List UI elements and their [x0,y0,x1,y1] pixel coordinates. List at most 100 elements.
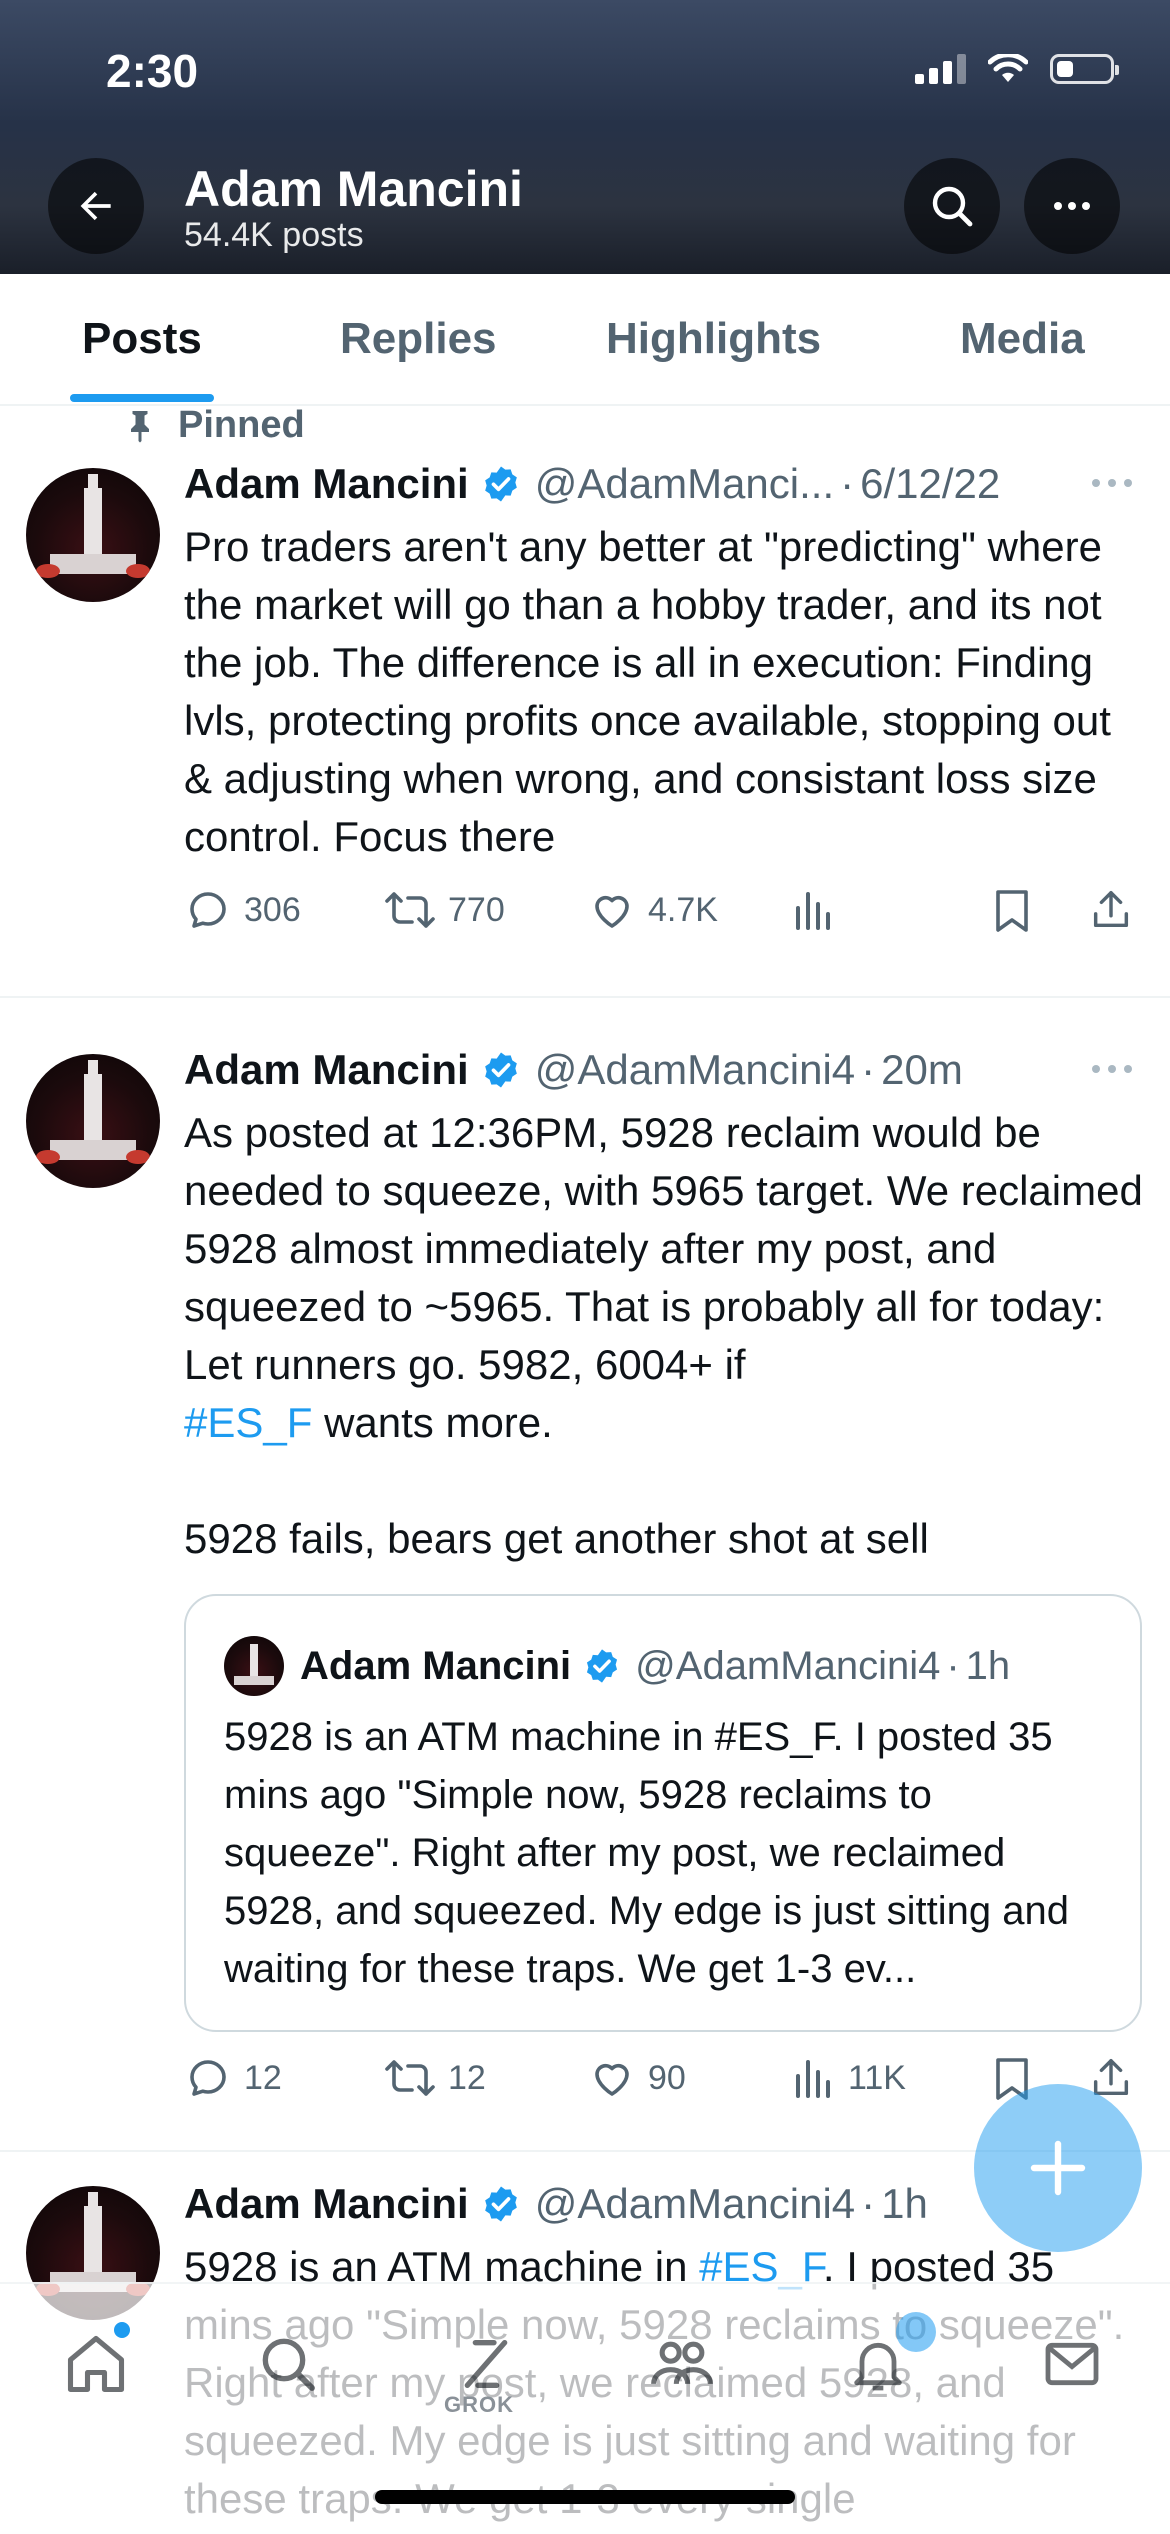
cellular-signal-icon [915,54,966,84]
verified-badge-icon [481,464,521,504]
profile-header: 2:30 Adam Mancini 54.4K posts [0,0,1170,274]
heart-icon [595,895,629,928]
verified-badge-icon [583,1647,621,1685]
pin-icon [131,410,149,442]
post-more-button[interactable] [1090,1044,1134,1089]
tab-posts[interactable]: Posts [82,314,202,364]
post-text-body: As posted at 12:36PM, 5928 reclaim would… [184,1109,1143,1388]
post-time[interactable]: 20m [881,1046,963,1094]
post-text-body: 5928 fails, bears get another shot at se… [184,1515,929,1562]
back-button[interactable] [48,158,144,254]
profile-name: Adam Mancini [184,161,523,217]
post-time[interactable]: 1h [881,2180,928,2228]
separator-dot: · [946,1643,960,1688]
reply-button[interactable]: 306 [184,886,301,934]
author-name[interactable]: Adam Mancini [184,2180,469,2228]
views-button[interactable] [792,886,848,934]
like-button[interactable]: 4.7K [588,886,718,934]
notification-badge [896,2312,936,2352]
profile-tabs: Posts Replies Highlights Media [0,274,1170,406]
like-count: 4.7K [648,890,718,929]
profile-post-count: 54.4K posts [184,216,364,254]
quoted-post-header: Adam Mancini @AdamMancini4 · 1h [224,1636,1010,1696]
tab-highlights[interactable]: Highlights [606,314,821,364]
post-time[interactable]: 6/12/22 [860,460,1000,508]
repost-count: 770 [448,890,505,929]
status-icons [915,54,1119,84]
compose-post-button[interactable] [974,2084,1142,2252]
reply-count: 306 [244,890,301,929]
author-name[interactable]: Adam Mancini [184,460,469,508]
post-text: Pro traders aren't any better at "predic… [184,523,1111,860]
home-icon [67,2335,125,2393]
post-text-body: wants more. [312,1399,553,1446]
views-button[interactable]: 11K [792,2054,906,2102]
post-header: Adam Mancini @AdamMancini4 · 1h [184,2180,928,2228]
status-time: 2:30 [106,45,199,97]
reply-icon [190,2060,226,2096]
views-chart-icon [796,2060,830,2098]
more-horizontal-icon [1092,1065,1132,1073]
nav-search[interactable] [248,2324,328,2404]
post-divider [0,996,1170,998]
quoted-avatar [224,1636,284,1696]
reply-icon [190,892,226,928]
separator-dot: · [840,460,855,507]
more-horizontal-icon [1092,479,1132,487]
mail-icon [1045,2342,1099,2386]
author-handle[interactable]: @AdamManci... [535,460,834,508]
author-handle[interactable]: @AdamMancini4 [535,1046,855,1094]
quoted-post-time: 1h [965,1643,1011,1688]
view-count: 11K [848,2058,906,2097]
arrow-left-icon [80,191,111,221]
share-button[interactable] [1088,886,1134,934]
separator-dot: · [861,1046,876,1093]
repost-count: 12 [448,2058,486,2097]
quoted-post[interactable]: Adam Mancini @AdamMancini4 · 1h 5928 is … [184,1594,1142,2032]
heart-icon [595,2063,629,2096]
like-count: 90 [648,2058,686,2097]
reply-count: 12 [244,2058,282,2097]
reply-button[interactable]: 12 [184,2054,282,2102]
wifi-icon [988,54,1028,82]
active-tab-indicator [70,394,214,402]
repost-button[interactable]: 12 [384,2054,486,2102]
search-button[interactable] [904,158,1000,254]
post-header: Adam Mancini @AdamManci... · 6/12/22 [184,460,1000,508]
post-actions: 306 770 4.7K [184,886,1144,946]
avatar[interactable] [26,1054,160,1188]
home-indicator [375,2490,795,2504]
post-more-button[interactable] [1090,458,1134,503]
plus-icon [1030,2140,1086,2196]
communities-icon [651,2341,713,2385]
hashtag-link[interactable]: #ES_F [184,1399,312,1446]
repost-button[interactable]: 770 [384,886,505,934]
nav-communities[interactable] [642,2324,722,2404]
quoted-author-name: Adam Mancini [300,1643,572,1688]
pinned-label: Pinned [178,404,305,446]
separator-dot: · [861,2180,876,2227]
quoted-post-text: 5928 is an ATM machine in #ES_F. I poste… [224,1715,1069,1991]
views-chart-icon [796,892,830,930]
quoted-author-handle: @AdamMancini4 [635,1643,941,1688]
home-new-dot [114,2322,130,2338]
more-horizontal-icon [1054,202,1090,210]
nav-messages[interactable] [1032,2324,1112,2404]
avatar[interactable] [26,468,160,602]
like-button[interactable]: 90 [588,2054,686,2102]
repost-icon [385,2060,435,2096]
pinned-indicator: Pinned [122,404,305,447]
tab-media[interactable]: Media [960,314,1085,364]
verified-badge-icon [481,1050,521,1090]
repost-icon [385,892,435,928]
bookmark-button[interactable] [990,886,1034,934]
verified-badge-icon [481,2184,521,2224]
post-text: As posted at 12:36PM, 5928 reclaim would… [184,1104,1144,1568]
bookmark-icon [996,890,1028,932]
post-header: Adam Mancini @AdamMancini4 · 20m [184,1046,963,1094]
search-icon [932,186,973,227]
more-options-button[interactable] [1024,158,1120,254]
tab-replies[interactable]: Replies [340,314,497,364]
author-name[interactable]: Adam Mancini [184,1046,469,1094]
author-handle[interactable]: @AdamMancini4 [535,2180,855,2228]
